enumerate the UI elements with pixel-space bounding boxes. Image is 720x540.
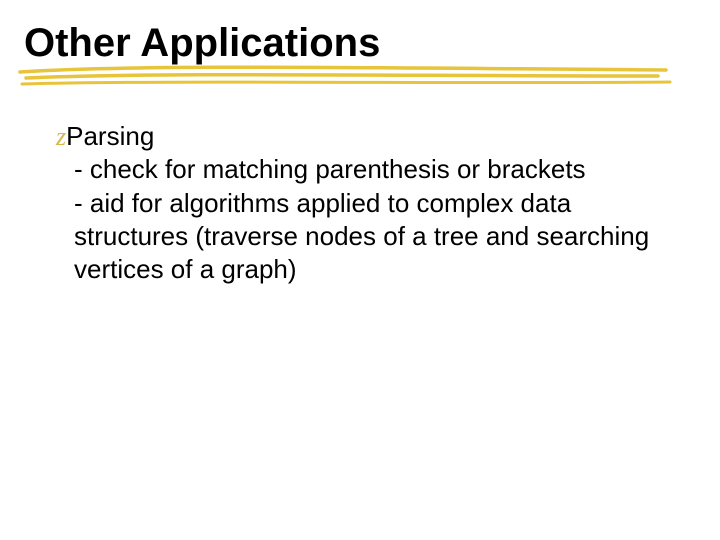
bullet-item: zParsing	[56, 120, 656, 153]
bullet-head: Parsing	[66, 121, 154, 151]
body-text: zParsing - check for matching parenthesi…	[56, 120, 656, 286]
bullet-sub-1: - check for matching parenthesis or brac…	[74, 153, 656, 186]
title-underline	[24, 70, 664, 88]
slide-title: Other Applications	[24, 22, 684, 64]
scribble-underline-icon	[18, 62, 678, 92]
slide: Other Applications zParsing - check for …	[0, 0, 720, 540]
title-area: Other Applications	[24, 22, 684, 88]
bullet-sub-2: - aid for algorithms applied to complex …	[74, 187, 656, 287]
bullet-glyph-icon: z	[56, 122, 66, 151]
